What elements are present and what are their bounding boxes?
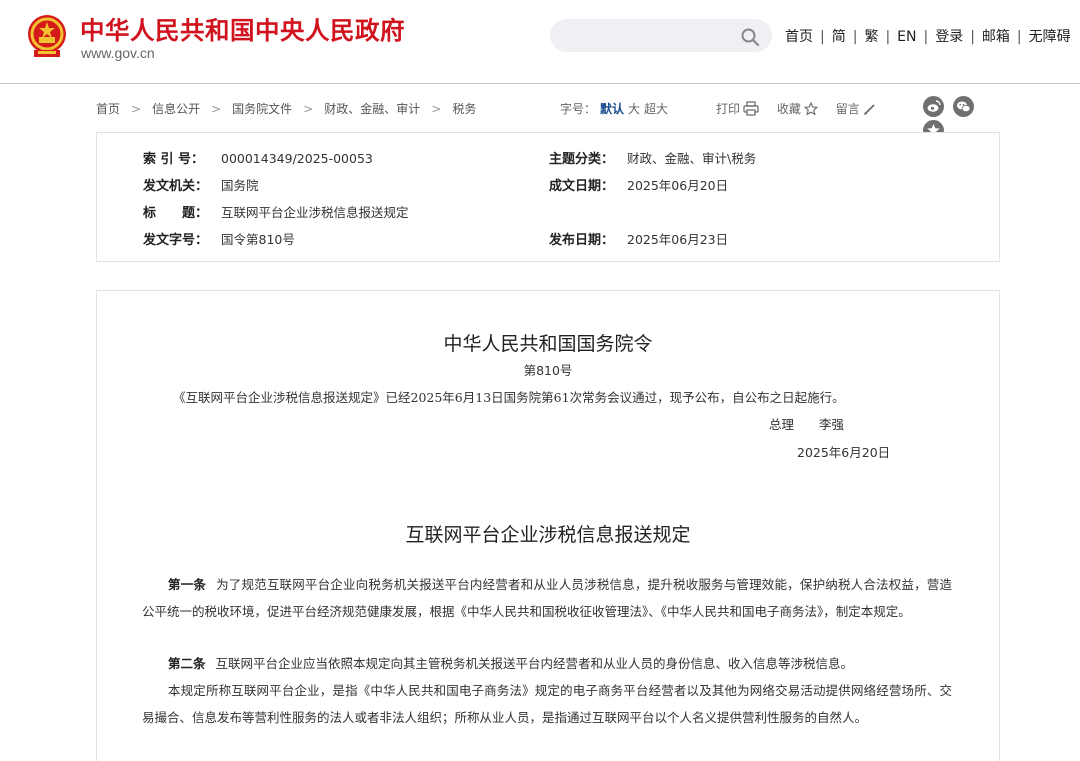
pencil-icon xyxy=(863,104,875,115)
printer-icon xyxy=(743,101,759,116)
comment-button[interactable]: 留言 xyxy=(836,100,876,117)
breadcrumb-tax[interactable]: 税务 xyxy=(452,102,476,116)
article-number: 第二条 xyxy=(168,656,206,671)
field-value: 2025年06月23日 xyxy=(627,232,729,247)
article-paragraph: 本规定所称互联网平台企业，是指《中华人民共和国电子商务法》规定的电子商务平台经营… xyxy=(142,678,952,731)
breadcrumb-home[interactable]: 首页 xyxy=(96,102,120,116)
nav-traditional[interactable]: 繁 xyxy=(864,29,878,45)
field-value: 000014349/2025-00053 xyxy=(221,151,373,166)
nav-mail[interactable]: 邮箱 xyxy=(982,29,1010,45)
favorite-label: 收藏 xyxy=(776,102,801,116)
top-nav: 首页 | 简 | 繁 | EN | 登录 | 邮箱 | 无障碍 xyxy=(785,29,1071,45)
breadcrumb-info-public[interactable]: 信息公开 xyxy=(152,102,200,116)
article-text: 互联网平台企业应当依照本规定向其主管税务机关报送平台内经营者和从业人员的身份信息… xyxy=(215,656,854,671)
field-value: 国务院 xyxy=(221,178,259,193)
field-written-date: 成文日期： 2025年06月20日 xyxy=(549,175,728,194)
breadcrumb: 首页 > 信息公开 > 国务院文件 > 财政、金融、审计 > 税务 xyxy=(96,100,476,117)
chevron-right-icon: > xyxy=(211,102,222,116)
site-header: 中华人民共和国中央人民政府 www.gov.cn 首页 | 简 | 繁 | EN | 登录 | 邮箱… xyxy=(0,0,1080,84)
weibo-icon[interactable] xyxy=(923,96,944,117)
field-publish-date: 发布日期： 2025年06月23日 xyxy=(549,229,728,248)
chevron-right-icon: > xyxy=(131,102,142,116)
chevron-right-icon: > xyxy=(431,102,442,116)
article-number: 第一条 xyxy=(168,577,207,592)
order-number: 第810号 xyxy=(523,363,573,378)
font-size-large[interactable]: 大 xyxy=(628,102,640,116)
font-size-xlarge[interactable]: 超大 xyxy=(644,102,668,116)
field-label: 索 引 号： xyxy=(143,152,205,167)
article-text: 本规定所称互联网平台企业，是指《中华人民共和国电子商务法》规定的电子商务平台经营… xyxy=(142,683,952,725)
nav-login[interactable]: 登录 xyxy=(935,29,963,45)
print-button[interactable]: 打印 xyxy=(716,100,759,117)
order-title: 中华人民共和国国务院令 xyxy=(443,333,653,355)
field-topic: 主题分类： 财政、金融、审计\税务 xyxy=(549,148,756,167)
page-actions: 打印 收藏 留言 xyxy=(716,100,890,117)
favorite-button[interactable]: 收藏 xyxy=(776,100,819,117)
chevron-right-icon: > xyxy=(303,102,314,116)
regulation-title: 互联网平台企业涉税信息报送规定 xyxy=(405,524,691,546)
field-value: 互联网平台企业涉税信息报送规定 xyxy=(221,205,409,220)
print-label: 打印 xyxy=(716,102,741,116)
order-intro: 《互联网平台企业涉税信息报送规定》已经2025年6月13日国务院第61次常务会议… xyxy=(173,390,845,405)
font-size-default[interactable]: 默认 xyxy=(600,102,624,116)
nav-english[interactable]: EN xyxy=(897,29,916,45)
wechat-icon[interactable] xyxy=(953,96,974,117)
field-value: 2025年06月20日 xyxy=(627,178,729,193)
document-metadata: 索 引 号： 000014349/2025-00053 主题分类： 财政、金融、审计… xyxy=(96,132,1000,262)
font-size-switch: 字号： 默认大超大 xyxy=(560,100,672,117)
field-label: 发文机关： xyxy=(143,179,209,194)
article-paragraph: 第二条 互联网平台企业应当依照本规定向其主管税务机关报送平台内经营者和从业人员的身… xyxy=(142,651,952,678)
field-index-number: 索 引 号： 000014349/2025-00053 xyxy=(143,148,373,167)
field-label: 主题分类： xyxy=(549,152,615,167)
field-label: 标 题： xyxy=(143,206,209,221)
national-emblem-icon[interactable] xyxy=(25,13,69,59)
search-icon[interactable] xyxy=(740,27,760,47)
field-document-number: 发文字号： 国令第810号 xyxy=(143,229,295,248)
field-label: 发布日期： xyxy=(549,233,615,248)
field-value: 财政、金融、审计\税务 xyxy=(627,151,757,166)
field-issuer: 发文机关： 国务院 xyxy=(143,175,259,194)
field-label: 发文字号： xyxy=(143,233,209,248)
nav-home[interactable]: 首页 xyxy=(785,29,813,45)
breadcrumb-finance[interactable]: 财政、金融、审计 xyxy=(324,102,420,116)
nav-simplified[interactable]: 简 xyxy=(832,29,846,45)
comment-label: 留言 xyxy=(835,102,860,116)
search-bar xyxy=(550,19,772,54)
star-icon xyxy=(803,101,819,116)
site-domain: www.gov.cn xyxy=(81,45,155,61)
sign-date: 2025年6月20日 xyxy=(797,445,891,460)
nav-accessibility[interactable]: 无障碍 xyxy=(1029,29,1071,45)
site-title[interactable]: 中华人民共和国中央人民政府 xyxy=(80,12,405,47)
document-body: 中华人民共和国国务院令 第810号 《互联网平台企业涉税信息报送规定》已经202… xyxy=(96,290,1000,761)
field-title: 标 题： 互联网平台企业涉税信息报送规定 xyxy=(143,202,409,221)
article-paragraph: 第一条 为了规范互联网平台企业向税务机关报送平台内经营者和从业人员涉税信息，提升税… xyxy=(142,572,952,625)
font-size-label: 字号： xyxy=(560,102,597,116)
field-value: 国令第810号 xyxy=(221,232,295,247)
premier-signature: 总理 李强 xyxy=(769,417,845,432)
breadcrumb-state-council-docs[interactable]: 国务院文件 xyxy=(232,102,292,116)
breadcrumb-toolbar: 首页 > 信息公开 > 国务院文件 > 财政、金融、审计 > 税务 字号： 默认大超大 打印 收藏… xyxy=(96,96,1000,141)
field-label: 成文日期： xyxy=(549,179,615,194)
article-text: 为了规范互联网平台企业向税务机关报送平台内经营者和从业人员涉税信息，提升税收服务… xyxy=(142,577,952,619)
search-input[interactable] xyxy=(564,19,738,54)
